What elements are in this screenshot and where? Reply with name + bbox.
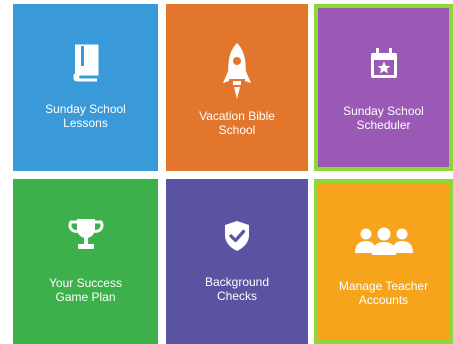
trophy-icon: [67, 217, 104, 251]
tile-sunday-school-lessons[interactable]: Sunday School Lessons: [13, 4, 158, 171]
calendar-star-icon: [369, 48, 399, 80]
shield-check-icon: [223, 220, 251, 252]
rocket-icon: [221, 41, 253, 103]
tile-background-checks[interactable]: Background Checks: [166, 179, 308, 344]
tile-vacation-bible-school[interactable]: Vacation Bible School: [166, 4, 308, 171]
tile-label: Sunday School Scheduler: [343, 104, 424, 132]
users-icon: [352, 227, 416, 255]
book-icon: [71, 44, 101, 82]
tile-label: Manage Teacher Accounts: [338, 279, 429, 307]
tile-your-success-game-plan[interactable]: Your Success Game Plan: [13, 179, 158, 344]
tile-label: Sunday School Lessons: [45, 102, 126, 130]
tile-label: Your Success Game Plan: [49, 276, 122, 304]
tile-manage-teacher-accounts[interactable]: Manage Teacher Accounts: [314, 179, 453, 344]
tile-label: Vacation Bible School: [199, 109, 275, 137]
tile-label: Background Checks: [204, 275, 270, 303]
tile-sunday-school-scheduler[interactable]: Sunday School Scheduler: [314, 4, 453, 171]
